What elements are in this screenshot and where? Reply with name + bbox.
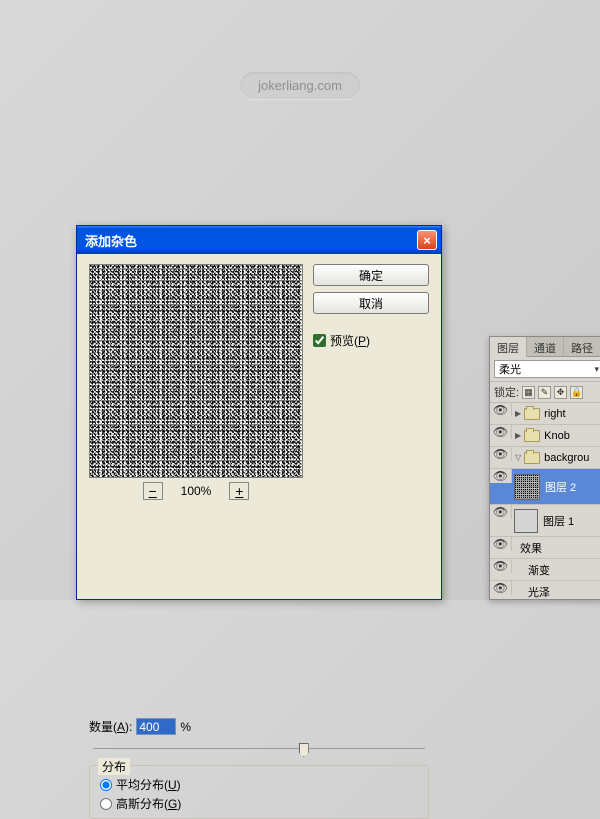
dialog-title: 添加杂色 — [85, 231, 137, 250]
layer-fx-gradient[interactable]: 👁 渐变 — [490, 559, 600, 581]
amount-row: 数量(A): % — [89, 718, 429, 735]
zoom-controls: − 100% + — [89, 482, 303, 500]
lock-all-button[interactable]: 🔒 — [570, 386, 583, 399]
layer-name: backgrou — [544, 452, 589, 464]
add-noise-dialog: 添加杂色 × − 100% + 确定 取消 预览(P) — [76, 225, 442, 600]
panel-tabs: 图层 通道 路径 — [490, 337, 600, 357]
cancel-button[interactable]: 取消 — [313, 292, 429, 314]
zoom-percent: 100% — [181, 484, 212, 498]
gaussian-radio[interactable] — [100, 798, 112, 810]
layer-thumbnail — [514, 474, 540, 500]
zoom-out-button[interactable]: − — [143, 482, 163, 500]
blend-mode-row: 柔光 ▾ — [490, 357, 600, 381]
fx-item: 光泽 — [512, 584, 550, 600]
layer-list: 👁 ▶ right 👁 ▶ Knob 👁 ▽ backgrou 👁 图层 2 👁… — [490, 403, 600, 600]
tab-layers[interactable]: 图层 — [490, 337, 527, 357]
folder-icon — [524, 430, 540, 442]
dialog-side-column: 确定 取消 预览(P) — [313, 264, 429, 500]
chevron-down-icon: ▾ — [594, 364, 599, 375]
blend-mode-value: 柔光 — [499, 361, 521, 377]
visibility-icon[interactable]: 👁 — [493, 505, 508, 519]
layer-name: right — [544, 408, 565, 420]
amount-unit: % — [180, 720, 191, 734]
folder-icon — [524, 408, 540, 420]
tab-paths[interactable]: 路径 — [564, 337, 600, 356]
layers-panel: 图层 通道 路径 柔光 ▾ 锁定: ▦ ✎ ✥ 🔒 👁 ▶ right 👁 ▶ … — [489, 336, 600, 600]
dialog-body: − 100% + 确定 取消 预览(P) — [77, 254, 441, 510]
amount-label: 数量(A): — [89, 718, 132, 735]
visibility-icon[interactable]: 👁 — [493, 425, 508, 439]
lock-label: 锁定: — [494, 384, 519, 400]
expand-icon[interactable]: ▶ — [515, 409, 521, 418]
visibility-icon[interactable]: 👁 — [493, 447, 508, 461]
page-watermark: jokerliang.com — [240, 72, 360, 99]
lock-transparent-button[interactable]: ▦ — [522, 386, 535, 399]
layer-thumbnail — [514, 509, 538, 533]
distribution-uniform[interactable]: 平均分布(U) — [100, 776, 418, 793]
lock-row: 锁定: ▦ ✎ ✥ 🔒 — [490, 381, 600, 403]
visibility-icon[interactable]: 👁 — [493, 559, 508, 573]
layer-group-right[interactable]: 👁 ▶ right — [490, 403, 600, 425]
distribution-fieldset: 分布 平均分布(U) 高斯分布(G) — [89, 765, 429, 819]
layer-name: Knob — [544, 430, 570, 442]
noise-preview-image[interactable] — [89, 264, 303, 478]
layer-layer1[interactable]: 👁 图层 1 — [490, 505, 600, 537]
layer-group-knob[interactable]: 👁 ▶ Knob — [490, 425, 600, 447]
layer-group-background[interactable]: 👁 ▽ backgrou — [490, 447, 600, 469]
tab-channels[interactable]: 通道 — [527, 337, 564, 356]
lock-position-button[interactable]: ✥ — [554, 386, 567, 399]
visibility-icon[interactable]: 👁 — [493, 537, 508, 551]
layer-name: 图层 1 — [543, 513, 574, 529]
preview-checkbox-row[interactable]: 预览(P) — [313, 332, 429, 349]
distribution-legend: 分布 — [98, 758, 130, 775]
dialog-lower-section: 数量(A): % 分布 平均分布(U) 高斯分布(G) — [89, 718, 429, 819]
slider-thumb[interactable] — [299, 743, 309, 757]
preview-column: − 100% + — [89, 264, 303, 500]
amount-input[interactable] — [136, 718, 176, 735]
close-icon: × — [423, 233, 431, 248]
slider-track-line — [93, 748, 425, 749]
close-button[interactable]: × — [417, 230, 437, 250]
layer-fx-satin[interactable]: 👁 光泽 — [490, 581, 600, 600]
amount-slider[interactable] — [93, 741, 425, 757]
uniform-radio[interactable] — [100, 779, 112, 791]
zoom-in-button[interactable]: + — [229, 482, 249, 500]
visibility-icon[interactable]: 👁 — [493, 403, 508, 417]
layer-name: 图层 2 — [545, 479, 576, 495]
ok-button[interactable]: 确定 — [313, 264, 429, 286]
distribution-gaussian[interactable]: 高斯分布(G) — [100, 795, 418, 812]
folder-icon — [524, 452, 540, 464]
layer-layer2-selected[interactable]: 👁 图层 2 — [490, 469, 600, 505]
layer-fx-header[interactable]: 👁 效果 — [490, 537, 600, 559]
blend-mode-select[interactable]: 柔光 ▾ — [494, 360, 600, 378]
visibility-icon[interactable]: 👁 — [493, 581, 508, 595]
preview-label: 预览(P) — [330, 332, 370, 349]
collapse-icon[interactable]: ▽ — [515, 453, 521, 462]
fx-item: 渐变 — [512, 562, 550, 578]
dialog-titlebar[interactable]: 添加杂色 × — [77, 226, 441, 254]
expand-icon[interactable]: ▶ — [515, 431, 521, 440]
fx-label: 效果 — [512, 540, 542, 556]
preview-checkbox[interactable] — [313, 334, 326, 347]
lock-paint-button[interactable]: ✎ — [538, 386, 551, 399]
visibility-icon[interactable]: 👁 — [493, 469, 508, 483]
